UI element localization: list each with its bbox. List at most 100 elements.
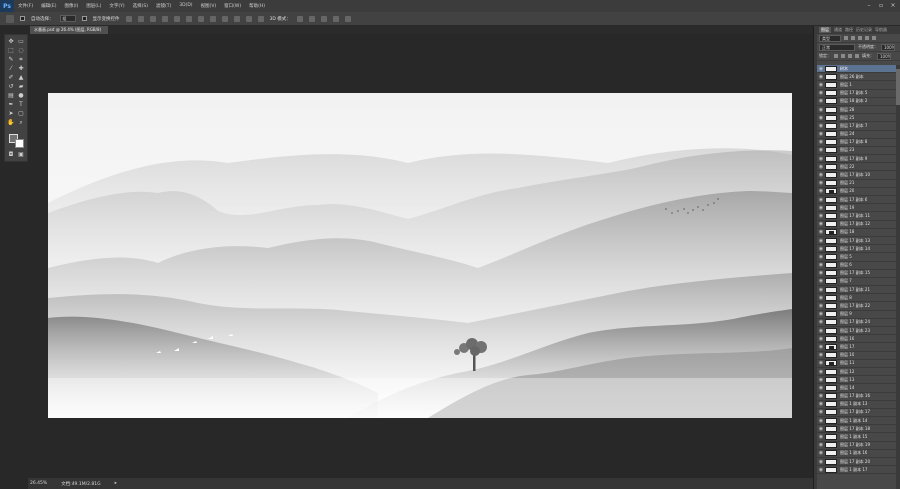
layers-scrollbar[interactable] (896, 65, 900, 489)
visibility-eye-icon[interactable]: ◉ (817, 336, 825, 342)
layer-row[interactable]: ◉ 图层 17 副本 14 (817, 245, 896, 254)
layer-row[interactable]: ◉ 图层 17 副本 11 (817, 212, 896, 221)
layer-row[interactable]: ◉ 图层 18 副本 2 (817, 98, 896, 106)
visibility-eye-icon[interactable]: ◉ (817, 164, 825, 170)
tab-channels[interactable]: 通道 (834, 27, 842, 33)
layer-row[interactable]: ◉ 图层 22 (817, 163, 896, 172)
visibility-eye-icon[interactable]: ◉ (817, 131, 825, 137)
type-filter-icon[interactable] (858, 36, 862, 40)
layer-row[interactable]: ◉ 图层 25 (817, 114, 896, 123)
menu-item[interactable]: 视图(V) (197, 3, 221, 9)
artboard-tool-icon[interactable]: ▭ (17, 38, 25, 45)
visibility-eye-icon[interactable]: ◉ (817, 385, 825, 391)
menu-item[interactable]: 图层(L) (82, 3, 105, 9)
layer-row[interactable]: ◉ 图层 9 (817, 311, 896, 319)
menu-item[interactable]: 帮助(H) (245, 3, 269, 9)
healing-tool-icon[interactable]: ✚ (17, 65, 25, 72)
visibility-eye-icon[interactable]: ◉ (817, 295, 825, 301)
layer-row[interactable]: ◉ 图层 16 (817, 335, 896, 344)
menu-item[interactable]: 文字(Y) (105, 3, 128, 9)
layer-row[interactable]: ◉ 图层 17 副本 18 (817, 425, 896, 434)
layer-row[interactable]: ◉ 图层 17 副本 13 (817, 237, 896, 246)
opacity-field[interactable]: 100% (881, 43, 895, 51)
layer-row[interactable]: ◉ 图层 18 (817, 229, 896, 237)
status-menu-arrow-icon[interactable]: ▸ (115, 481, 117, 486)
background-color-swatch[interactable] (15, 139, 24, 148)
layer-row[interactable]: ◉ 图层 28 (817, 106, 896, 115)
layer-kind-filter[interactable]: 类型 (819, 34, 841, 42)
visibility-eye-icon[interactable]: ◉ (817, 393, 825, 399)
align-bottom-icon[interactable] (149, 15, 156, 22)
visibility-eye-icon[interactable]: ◉ (817, 156, 825, 162)
layer-row[interactable]: ◉ 图层 13 (817, 376, 896, 385)
layer-row[interactable]: ◉ 图层 17 副本 5 (817, 90, 896, 98)
tab-history[interactable]: 历史记录 (856, 27, 872, 33)
layer-row[interactable]: ◉ 图层 17 副本 12 (817, 221, 896, 229)
visibility-eye-icon[interactable]: ◉ (817, 147, 825, 153)
move-tool-icon[interactable]: ✥ (7, 38, 15, 45)
align-middle-icon[interactable] (137, 15, 144, 22)
layer-row[interactable]: ◉ 图层 10 (817, 352, 896, 360)
layer-row[interactable]: ◉ 图层 17 副本 20 (817, 458, 896, 467)
eraser-tool-icon[interactable]: ▰ (17, 83, 25, 90)
layer-row[interactable]: ◉ 图层 7 (817, 278, 896, 287)
visibility-eye-icon[interactable]: ◉ (817, 213, 825, 219)
layer-row[interactable]: ◉ 图层 1 副本 14 (817, 417, 896, 426)
layer-row[interactable]: ◉ 图层 1 副本 17 (817, 466, 896, 475)
scroll-thumb[interactable] (896, 69, 900, 105)
smart-filter-icon[interactable] (872, 36, 876, 40)
tab-navigator[interactable]: 导航器 (875, 27, 887, 33)
visibility-eye-icon[interactable]: ◉ (817, 180, 825, 186)
lasso-tool-icon[interactable]: ◌ (17, 47, 25, 54)
visibility-eye-icon[interactable]: ◉ (817, 319, 825, 325)
visibility-eye-icon[interactable]: ◉ (817, 434, 825, 440)
hand-tool-icon[interactable]: ✋ (7, 119, 15, 126)
visibility-eye-icon[interactable]: ◉ (817, 328, 825, 334)
distribute-top-icon[interactable] (197, 15, 204, 22)
type-tool-icon[interactable]: T (17, 101, 25, 108)
align-right-icon[interactable] (185, 15, 192, 22)
visibility-eye-icon[interactable]: ◉ (817, 262, 825, 268)
visibility-eye-icon[interactable]: ◉ (817, 401, 825, 407)
visibility-eye-icon[interactable]: ◉ (817, 238, 825, 244)
auto-select-dropdown[interactable]: 组 (59, 15, 76, 22)
visibility-eye-icon[interactable]: ◉ (817, 139, 825, 145)
marquee-tool-icon[interactable]: ⬚ (7, 47, 15, 54)
visibility-eye-icon[interactable]: ◉ (817, 221, 825, 227)
visibility-eye-icon[interactable]: ◉ (817, 205, 825, 211)
layer-row[interactable]: ◉ 图层 17 副本 24 (817, 319, 896, 327)
menu-item[interactable]: 图像(I) (60, 3, 82, 9)
fill-field[interactable]: 100% (877, 52, 891, 60)
visibility-eye-icon[interactable]: ◉ (817, 188, 825, 194)
visibility-eye-icon[interactable]: ◉ (817, 246, 825, 252)
visibility-eye-icon[interactable]: ◉ (817, 377, 825, 383)
distribute-right-icon[interactable] (257, 15, 264, 22)
visibility-eye-icon[interactable]: ◉ (817, 115, 825, 121)
menu-item[interactable]: 选择(S) (129, 3, 152, 9)
visibility-eye-icon[interactable]: ◉ (817, 82, 825, 88)
layer-row[interactable]: ◉ 图层 8 (817, 294, 896, 303)
visibility-eye-icon[interactable]: ◉ (817, 426, 825, 432)
lock-paint-icon[interactable] (841, 54, 845, 58)
slide-3d-icon[interactable] (332, 15, 339, 22)
maximize-icon[interactable]: ▫ (877, 2, 885, 10)
shape-filter-icon[interactable] (865, 36, 869, 40)
visibility-eye-icon[interactable]: ◉ (817, 90, 825, 96)
visibility-eye-icon[interactable]: ◉ (817, 450, 825, 456)
history-brush-icon[interactable]: ↺ (7, 83, 15, 90)
menu-item[interactable]: 文件(F) (14, 3, 37, 9)
distribute-middle-icon[interactable] (209, 15, 216, 22)
layer-row[interactable]: ◉ 图层 26 副本 (817, 73, 896, 82)
blend-mode-dropdown[interactable]: 正常 (819, 43, 855, 51)
layer-row[interactable]: ◉ 图层 17 (817, 343, 896, 352)
eyedropper-tool-icon[interactable]: ⁄ (7, 65, 15, 72)
layer-row[interactable]: ◉ 图层 17 副本 6 (817, 196, 896, 205)
distribute-left-icon[interactable] (233, 15, 240, 22)
visibility-eye-icon[interactable]: ◉ (817, 369, 825, 375)
distribute-center-icon[interactable] (245, 15, 252, 22)
drag-3d-icon[interactable] (320, 15, 327, 22)
layer-row[interactable]: ◉ 图层 17 副本 17 (817, 409, 896, 418)
layer-row[interactable]: ◉ 图层 1 (817, 81, 896, 90)
visibility-eye-icon[interactable]: ◉ (817, 311, 825, 317)
layer-row[interactable]: ◉ 图层 11 (817, 360, 896, 368)
